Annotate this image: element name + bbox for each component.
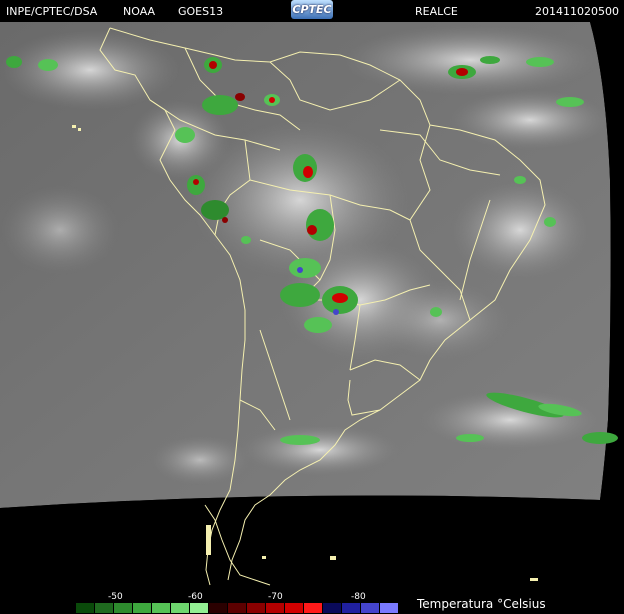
legend-tick: -80 [351, 592, 366, 602]
scale-swatch [304, 603, 322, 613]
timestamp-label: 201411020500 [535, 5, 619, 18]
scale-swatch [247, 603, 265, 613]
agency-label: INPE/CPTEC/DSA [6, 5, 98, 18]
legend-tick: -50 [108, 592, 123, 602]
scale-swatch [342, 603, 360, 613]
satellite-label: GOES13 [178, 5, 224, 18]
legend-tick: -60 [188, 592, 203, 602]
scale-swatch [152, 603, 170, 613]
legend-tick: -70 [268, 592, 283, 602]
scale-swatch [361, 603, 379, 613]
satellite-map [0, 22, 624, 586]
scale-swatch [133, 603, 151, 613]
source-label: NOAA [123, 5, 156, 18]
legend-title: Temperatura °Celsius [417, 597, 546, 611]
scale-swatch [114, 603, 132, 613]
cptec-logo: CPTEC [291, 0, 333, 19]
scale-swatch [190, 603, 208, 613]
scale-swatch [266, 603, 284, 613]
scale-swatch [171, 603, 189, 613]
scale-swatch [95, 603, 113, 613]
scale-swatch [380, 603, 398, 613]
scale-swatch [209, 603, 227, 613]
scale-swatch [76, 603, 94, 613]
scale-swatch [228, 603, 246, 613]
scale-swatch [323, 603, 341, 613]
scale-swatch [285, 603, 303, 613]
product-label: REALCE [415, 5, 458, 18]
